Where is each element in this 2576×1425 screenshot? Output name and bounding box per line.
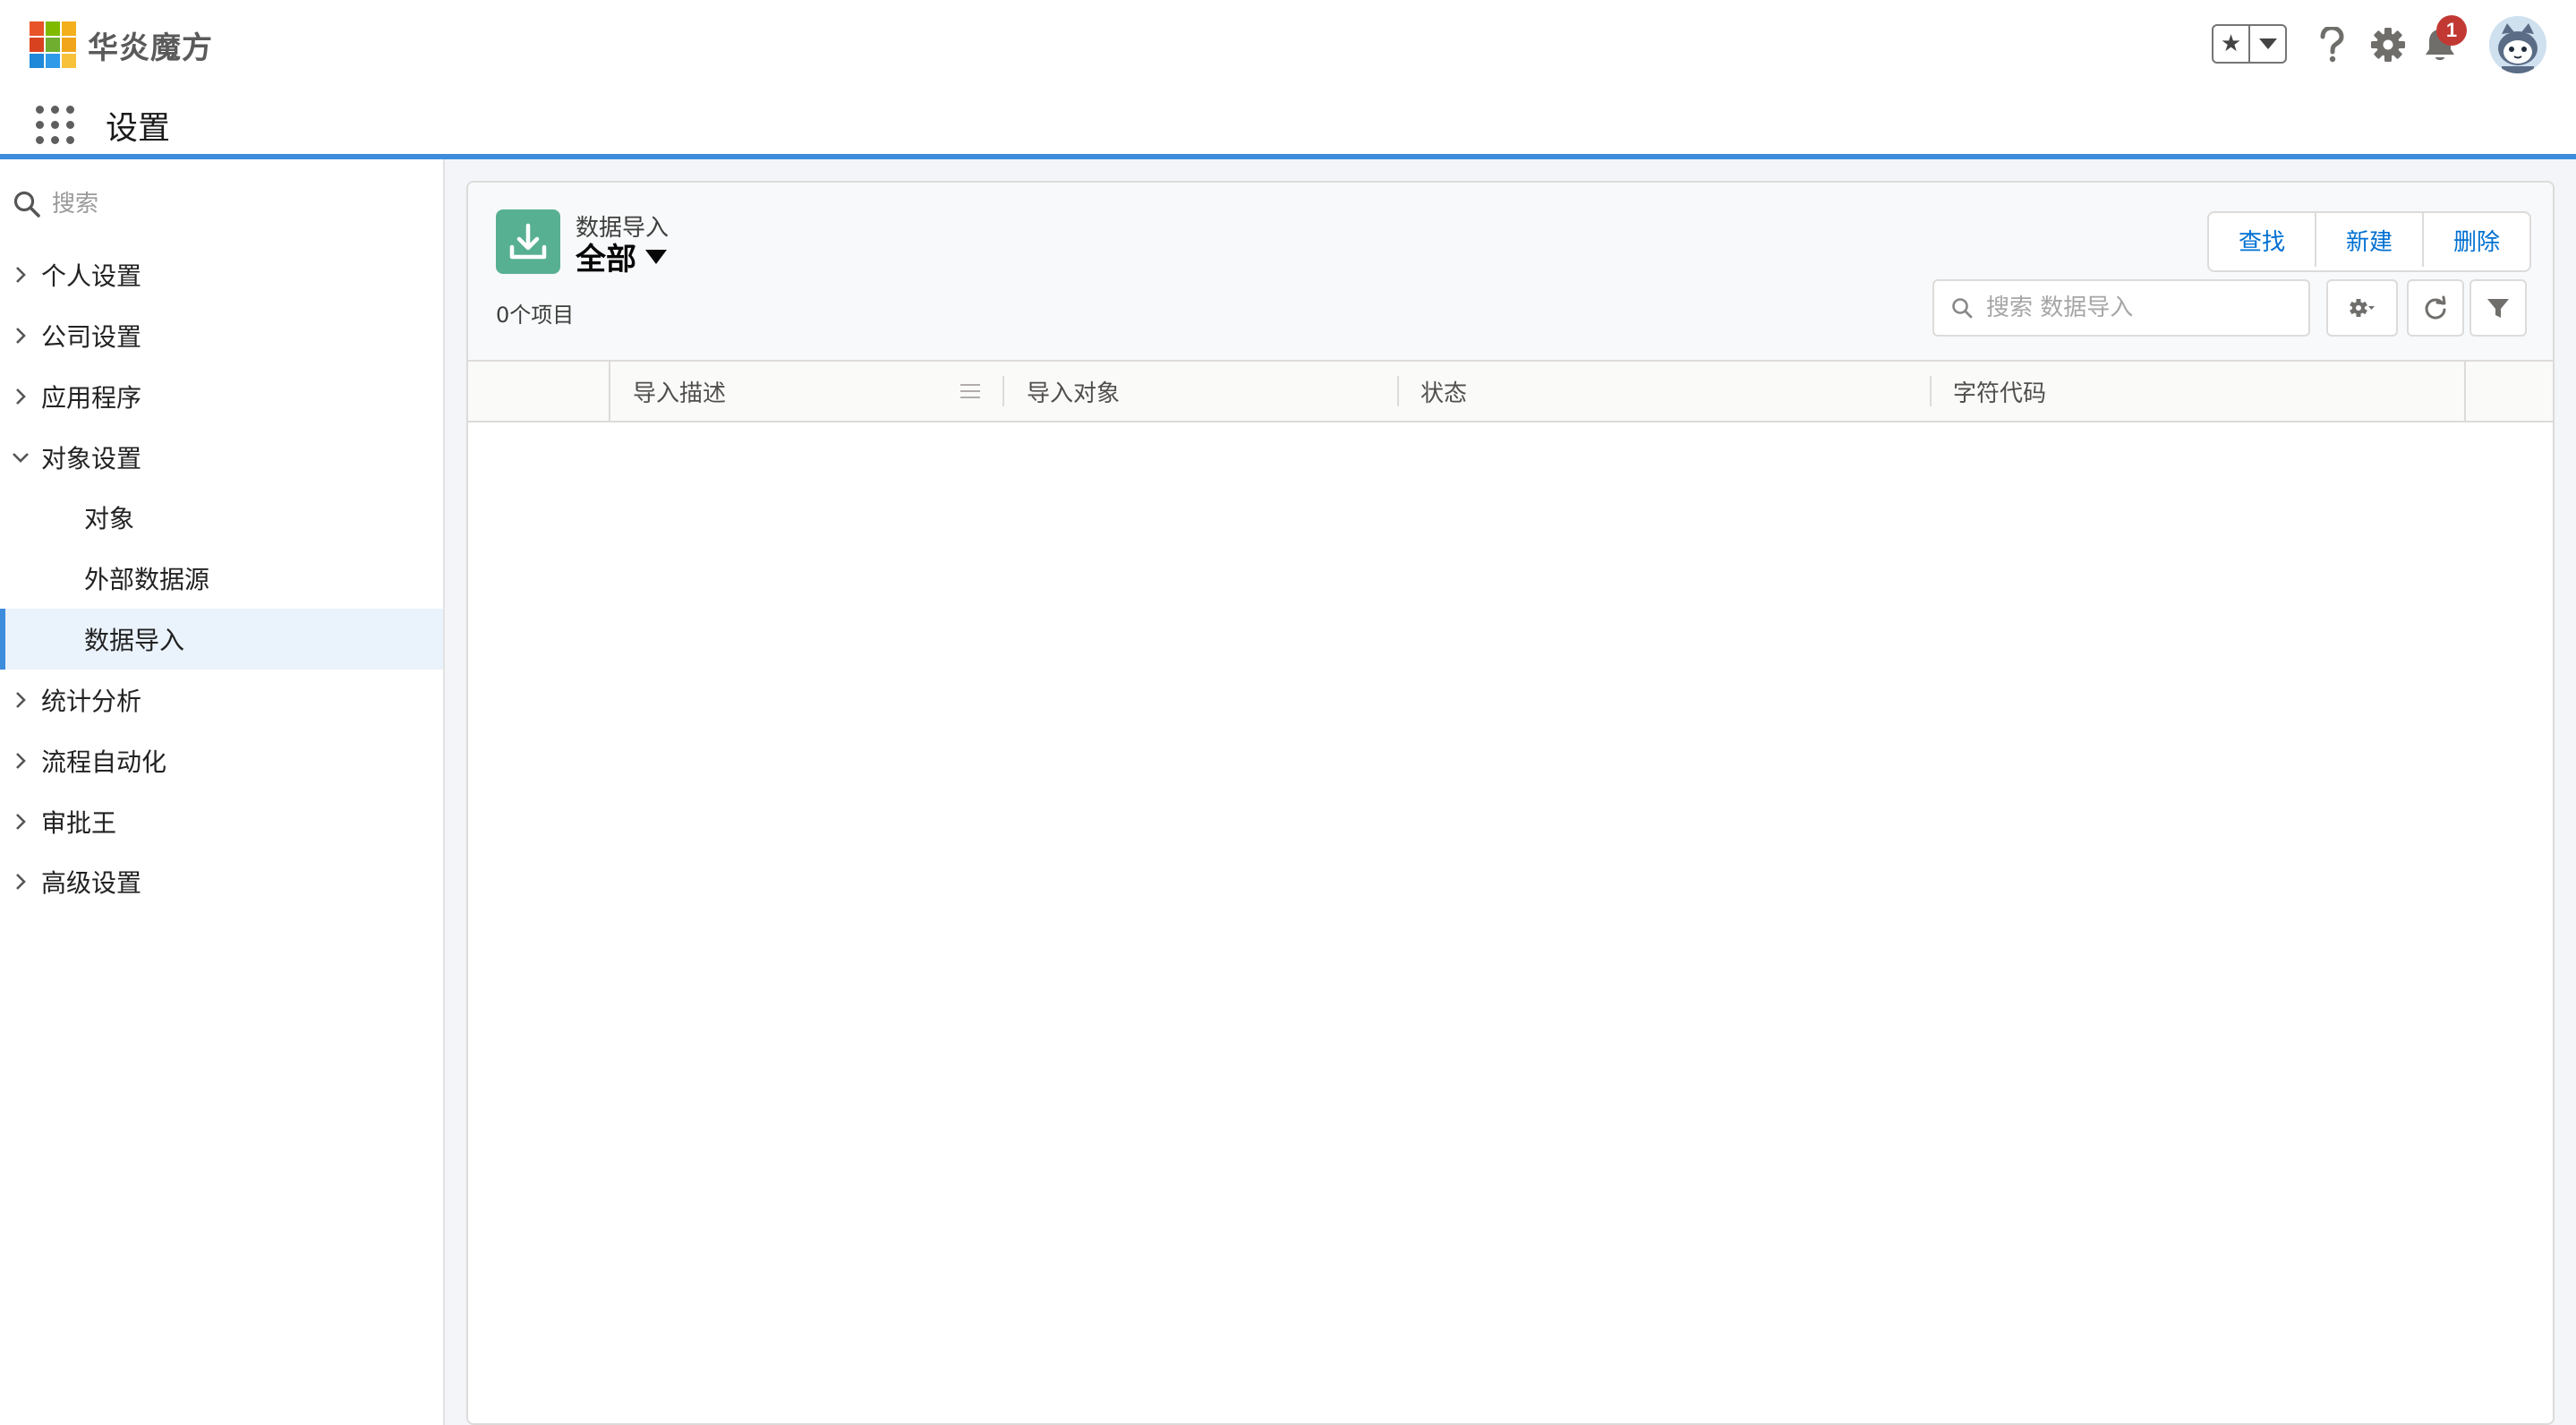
sidebar-item-label: 审批王 [41,808,117,838]
brand-logo-icon[interactable] [30,21,76,68]
data-import-object-icon [496,209,560,274]
favorites-dropdown-icon[interactable] [2250,26,2285,62]
column-divider[interactable] [1930,376,1932,406]
chevron-right-icon [0,327,41,345]
list-view-card: 数据导入 全部 0个项目 查找 新建 删除 搜索 数据导入 导入描述 导入对象 … [466,181,2555,1425]
sidebar-item-object-settings[interactable]: 对象设置 [0,427,443,488]
column-divider[interactable] [1397,376,1399,406]
app-launcher-icon[interactable] [36,106,75,145]
search-icon [1952,298,1973,319]
sidebar-item-process-automation[interactable]: 流程自动化 [0,730,443,791]
list-actions: 查找 新建 删除 [2207,211,2531,272]
help-icon[interactable] [2310,23,2353,66]
favorites-button-group: ★ [2212,24,2287,64]
column-header-status[interactable]: 状态 [1420,362,1467,421]
list-view-selector[interactable]: 全部 [576,235,667,278]
sidebar-item-company-settings[interactable]: 公司设置 [0,305,443,366]
settings-gear-icon[interactable] [2367,23,2410,66]
search-icon [13,191,40,218]
user-avatar[interactable] [2489,16,2546,73]
global-header: 华炎魔方 ★ 1 设置 [0,0,2576,147]
sidebar-item-analytics[interactable]: 统计分析 [0,670,443,730]
sidebar-item-label: 数据导入 [84,626,185,655]
chevron-right-icon [0,813,41,831]
app-name[interactable]: 华炎魔方 [88,23,213,67]
item-count: 0个项目 [496,303,575,328]
column-header-import-description[interactable]: 导入描述 [633,362,726,421]
column-header-character-code[interactable]: 字符代码 [1953,362,2046,421]
sidebar-item-label: 公司设置 [41,322,142,352]
sidebar-search [13,186,424,222]
column-menu-icon[interactable] [960,384,980,403]
gear-icon [2350,299,2375,317]
sidebar-item-applications[interactable]: 应用程序 [0,366,443,427]
caret-down-icon [645,249,667,264]
find-button[interactable]: 查找 [2209,213,2316,267]
sidebar-item-label: 个人设置 [41,261,142,291]
list-settings-button[interactable] [2326,279,2398,337]
chevron-right-icon [0,266,41,284]
refresh-button[interactable] [2407,279,2464,337]
sidebar-item-label: 统计分析 [41,687,142,716]
list-view-name: 全部 [576,242,636,277]
sidebar-item-advanced-settings[interactable]: 高级设置 [0,851,443,912]
chevron-right-icon [0,388,41,405]
column-divider[interactable] [1002,376,1004,406]
sidebar-item-label: 对象设置 [41,444,142,474]
page-title: 设置 [106,110,171,147]
column-header-import-object[interactable]: 导入对象 [1027,362,1120,421]
sidebar-item-label: 应用程序 [41,383,142,413]
delete-button[interactable]: 删除 [2424,213,2529,267]
filter-icon [2487,299,2509,318]
list-view-header: 数据导入 全部 0个项目 查找 新建 删除 [468,183,2553,362]
sidebar-item-label: 外部数据源 [84,565,210,594]
sidebar-item-personal-settings[interactable]: 个人设置 [0,244,443,305]
chevron-right-icon [0,691,41,709]
setup-sidebar: 个人设置 公司设置 应用程序 对象设置 对象 外部数据源 数据导入 统计分析 流… [0,159,445,1425]
column-divider [609,362,610,421]
table-body [468,422,2553,1423]
sidebar-item-label: 高级设置 [41,868,142,898]
favorites-star-icon[interactable]: ★ [2213,26,2250,62]
notification-count-badge: 1 [2436,15,2467,46]
sidebar-item-data-import[interactable]: 数据导入 [0,609,443,670]
table-header: 导入描述 导入对象 状态 字符代码 [468,362,2553,422]
chevron-right-icon [0,752,41,770]
sidebar-search-input[interactable] [50,190,412,218]
filter-button[interactable] [2469,279,2527,337]
chevron-right-icon [0,873,41,891]
new-button[interactable]: 新建 [2316,213,2424,267]
list-search-box [1932,279,2310,337]
sidebar-item-approval[interactable]: 审批王 [0,791,443,852]
sidebar-item-label: 对象 [84,504,135,533]
list-search-input[interactable] [1984,294,2292,322]
column-divider [2464,362,2466,421]
sidebar-item-label: 流程自动化 [41,747,167,777]
chevron-down-icon [0,451,41,464]
refresh-icon [2425,295,2446,320]
